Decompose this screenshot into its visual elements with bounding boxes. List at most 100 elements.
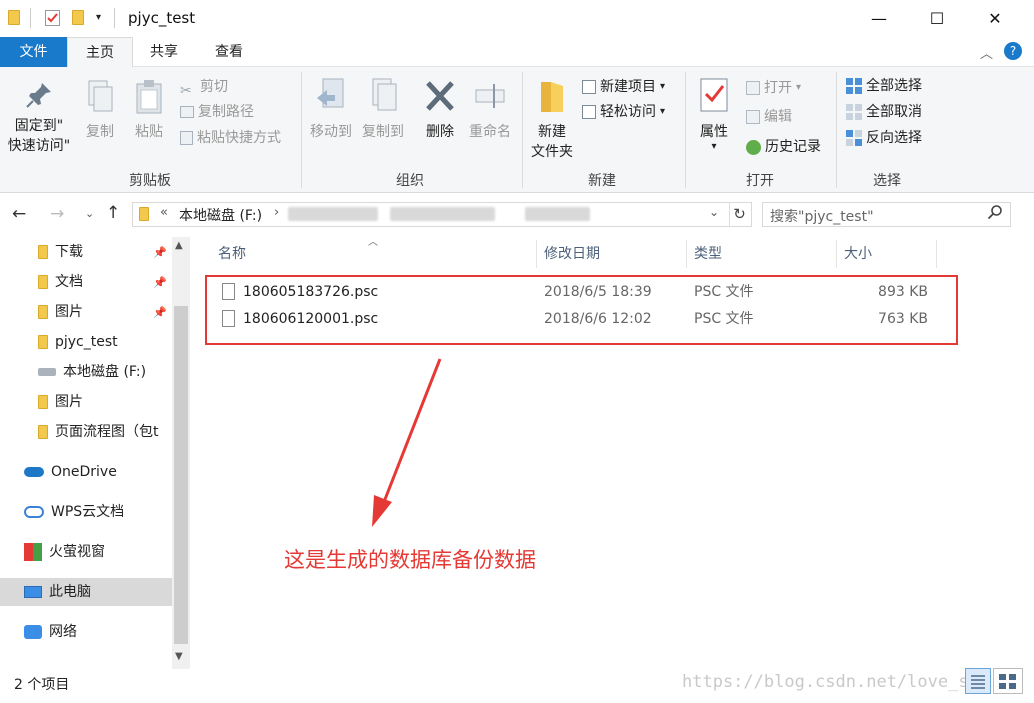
column-header-modified[interactable]: 修改日期 [544, 240, 600, 268]
sort-ascending-icon: ︿ [368, 237, 378, 248]
select-none-icon [846, 104, 862, 120]
rename-button[interactable]: 重命名 [464, 78, 516, 142]
open-button[interactable]: 打开 ▾ [746, 76, 801, 100]
sidebar-item-huoying[interactable]: 火萤视窗 [24, 538, 170, 566]
sidebar-item-label: 图片 [55, 304, 83, 320]
new-item-label: 新建项目 [600, 79, 656, 95]
column-header-size[interactable]: 大小 [844, 240, 872, 268]
close-button[interactable]: ✕ [966, 0, 1024, 37]
column-divider[interactable] [686, 240, 687, 268]
breadcrumb-overflow[interactable]: « [160, 205, 168, 220]
paste-icon [136, 80, 162, 114]
back-arrow-icon[interactable]: ← [12, 204, 26, 224]
watermark: https://blog.csdn.net/love_s [682, 672, 969, 692]
new-folder-quick-icon[interactable] [72, 10, 84, 25]
large-icons-view-icon [999, 674, 1016, 689]
move-to-icon [317, 78, 344, 108]
forward-arrow-icon[interactable]: → [50, 204, 64, 224]
recent-locations-chevron-icon[interactable]: ⌄ [85, 207, 94, 220]
minimize-button[interactable]: — [850, 0, 908, 37]
column-header-name[interactable]: 名称 [218, 240, 246, 268]
column-divider[interactable] [536, 240, 537, 268]
new-item-button[interactable]: 新建项目 ▾ [582, 75, 665, 99]
select-all-button[interactable]: 全部选择 [846, 74, 922, 98]
edit-label: 编辑 [764, 109, 792, 125]
scrollbar-thumb[interactable] [174, 306, 188, 644]
column-divider[interactable] [936, 240, 937, 268]
new-folder-button[interactable]: 新建 文件夹 [526, 78, 578, 162]
downloads-folder-icon [38, 245, 48, 259]
sidebar-item-pjyc-test[interactable]: pjyc_test [38, 328, 184, 356]
paste-label: 粘贴 [135, 124, 163, 140]
maximize-button[interactable]: ☐ [908, 0, 966, 37]
paste-button[interactable]: 粘贴 [127, 78, 171, 142]
pin-quick-access-button[interactable]: 固定到" 快速访问" [4, 80, 74, 156]
group-label-select: 选择 [873, 173, 901, 189]
sidebar-item-wps-cloud[interactable]: WPS云文档 [24, 498, 170, 526]
sidebar-item-label: pjyc_test [55, 334, 118, 350]
tab-share[interactable]: 共享 [133, 37, 195, 67]
folder-icon [38, 425, 48, 439]
drive-icon [38, 368, 56, 376]
sidebar-item-label: 此电脑 [49, 584, 91, 600]
ribbon-divider [522, 72, 523, 188]
invert-selection-button[interactable]: 反向选择 [846, 126, 922, 150]
delete-button[interactable]: 删除 [418, 78, 462, 142]
tab-view[interactable]: 查看 [195, 37, 263, 67]
tab-home[interactable]: 主页 [67, 37, 133, 68]
column-divider[interactable] [836, 240, 837, 268]
properties-button[interactable]: 属性 ▾ [690, 76, 738, 152]
copy-to-button[interactable]: 复制到 [358, 76, 408, 142]
new-folder-icon [541, 82, 563, 112]
history-button[interactable]: 历史记录 [746, 135, 821, 159]
sidebar-item-onedrive[interactable]: OneDrive [24, 458, 170, 486]
tab-file[interactable]: 文件 [0, 37, 67, 67]
properties-quick-icon[interactable] [45, 10, 60, 26]
edit-button[interactable]: 编辑 [746, 105, 792, 129]
search-icon[interactable] [987, 204, 1003, 224]
details-view-icon [971, 675, 985, 689]
scroll-down-icon[interactable]: ▼ [175, 651, 183, 662]
up-arrow-icon[interactable]: ↑ [106, 203, 120, 223]
highlight-box [205, 275, 958, 345]
pin-icon[interactable]: 📌 [153, 276, 167, 289]
edit-icon [746, 110, 760, 124]
chevron-down-icon[interactable]: ▾ [96, 12, 101, 23]
paste-shortcut-button[interactable]: 粘贴快捷方式 [180, 126, 281, 150]
sidebar-item-pictures-2[interactable]: 图片 [38, 388, 184, 416]
invert-selection-icon [846, 130, 862, 146]
sidebar-item-label: 文档 [55, 274, 83, 290]
breadcrumb-drive[interactable]: 本地磁盘 (F:) [179, 205, 262, 225]
refresh-icon[interactable]: ↻ [729, 202, 749, 227]
ribbon-divider [685, 72, 686, 188]
documents-folder-icon [38, 275, 48, 289]
sidebar-item-network[interactable]: 网络 [24, 618, 170, 646]
sidebar-item-this-pc[interactable]: 此电脑 [0, 578, 172, 606]
select-none-button[interactable]: 全部取消 [846, 100, 922, 124]
large-icons-view-button[interactable] [993, 668, 1023, 694]
collapse-ribbon-icon[interactable]: ︿ [980, 43, 993, 62]
copy-button[interactable]: 复制 [78, 78, 122, 142]
group-label-clipboard: 剪贴板 [129, 173, 171, 189]
rename-icon [475, 84, 505, 108]
sidebar-item-page-flow[interactable]: 页面流程图（包t [38, 418, 172, 446]
copy-path-button[interactable]: 复制路径 [180, 100, 254, 124]
pin-icon[interactable]: 📌 [153, 246, 167, 259]
network-icon [24, 625, 42, 639]
easy-access-button[interactable]: 轻松访问 ▾ [582, 100, 665, 124]
scroll-up-icon[interactable]: ▲ [175, 240, 183, 251]
invert-selection-label: 反向选择 [866, 130, 922, 146]
move-to-button[interactable]: 移动到 [306, 76, 356, 142]
sidebar-item-drive-f[interactable]: 本地磁盘 (F:) [38, 358, 184, 386]
wps-cloud-icon [24, 506, 44, 518]
annotation-arrow [372, 358, 442, 527]
chevron-down-icon: ▾ [660, 106, 666, 117]
help-icon[interactable]: ? [1004, 42, 1022, 60]
properties-icon [700, 78, 728, 112]
details-view-button[interactable] [965, 668, 991, 694]
pin-icon[interactable]: 📌 [153, 306, 167, 319]
column-header-type[interactable]: 类型 [694, 240, 722, 268]
address-dropdown-icon[interactable]: ⌄ [709, 205, 719, 219]
redacted-path [390, 207, 495, 221]
cut-button[interactable]: ✂ 剪切 [180, 75, 228, 99]
